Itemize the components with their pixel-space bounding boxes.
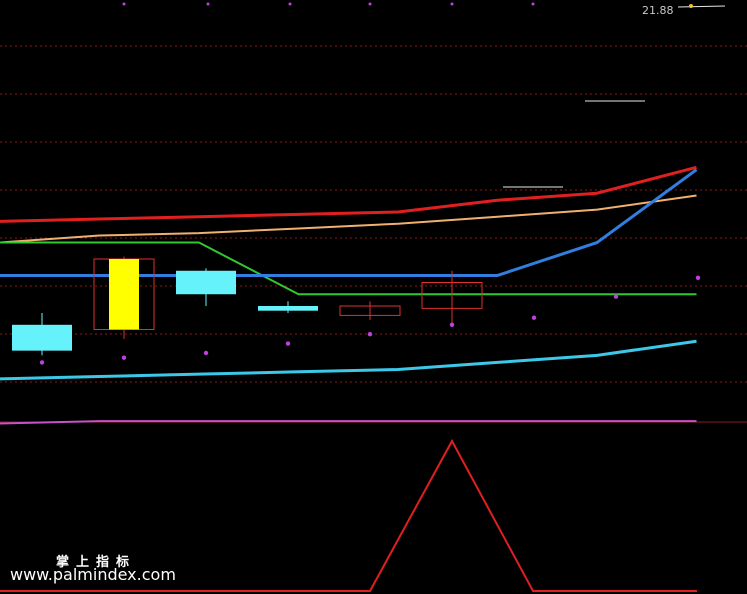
signal-dot xyxy=(367,332,373,337)
signal-dot xyxy=(449,322,455,327)
signal-dot xyxy=(531,315,537,320)
candle-body xyxy=(12,324,72,351)
top-tick-mark xyxy=(122,2,126,6)
top-tick-mark xyxy=(368,2,372,6)
watermark-url: www.palmindex.com xyxy=(10,565,176,584)
top-tick-mark xyxy=(450,2,454,6)
series-line-blue xyxy=(0,168,698,277)
top-tick-mark xyxy=(206,2,210,6)
signal-dot xyxy=(613,294,619,299)
signal-dot xyxy=(695,275,701,280)
series-line-green xyxy=(0,241,697,296)
price-label: 21.88 xyxy=(642,4,674,17)
signal-dot xyxy=(121,355,127,360)
chart-canvas xyxy=(0,2,747,592)
top-tick-mark xyxy=(288,2,292,6)
candle-body xyxy=(176,270,236,295)
series-line-cyan xyxy=(0,339,697,381)
price-marker-dot xyxy=(689,4,693,8)
white-marker xyxy=(677,5,726,8)
signal-dot xyxy=(39,360,45,365)
signal-dot xyxy=(285,341,291,346)
candle-body-fill xyxy=(109,259,139,330)
series-line-red xyxy=(0,165,697,223)
candle-body xyxy=(258,306,318,311)
top-tick-mark xyxy=(531,2,535,6)
signal-dot xyxy=(203,350,209,356)
